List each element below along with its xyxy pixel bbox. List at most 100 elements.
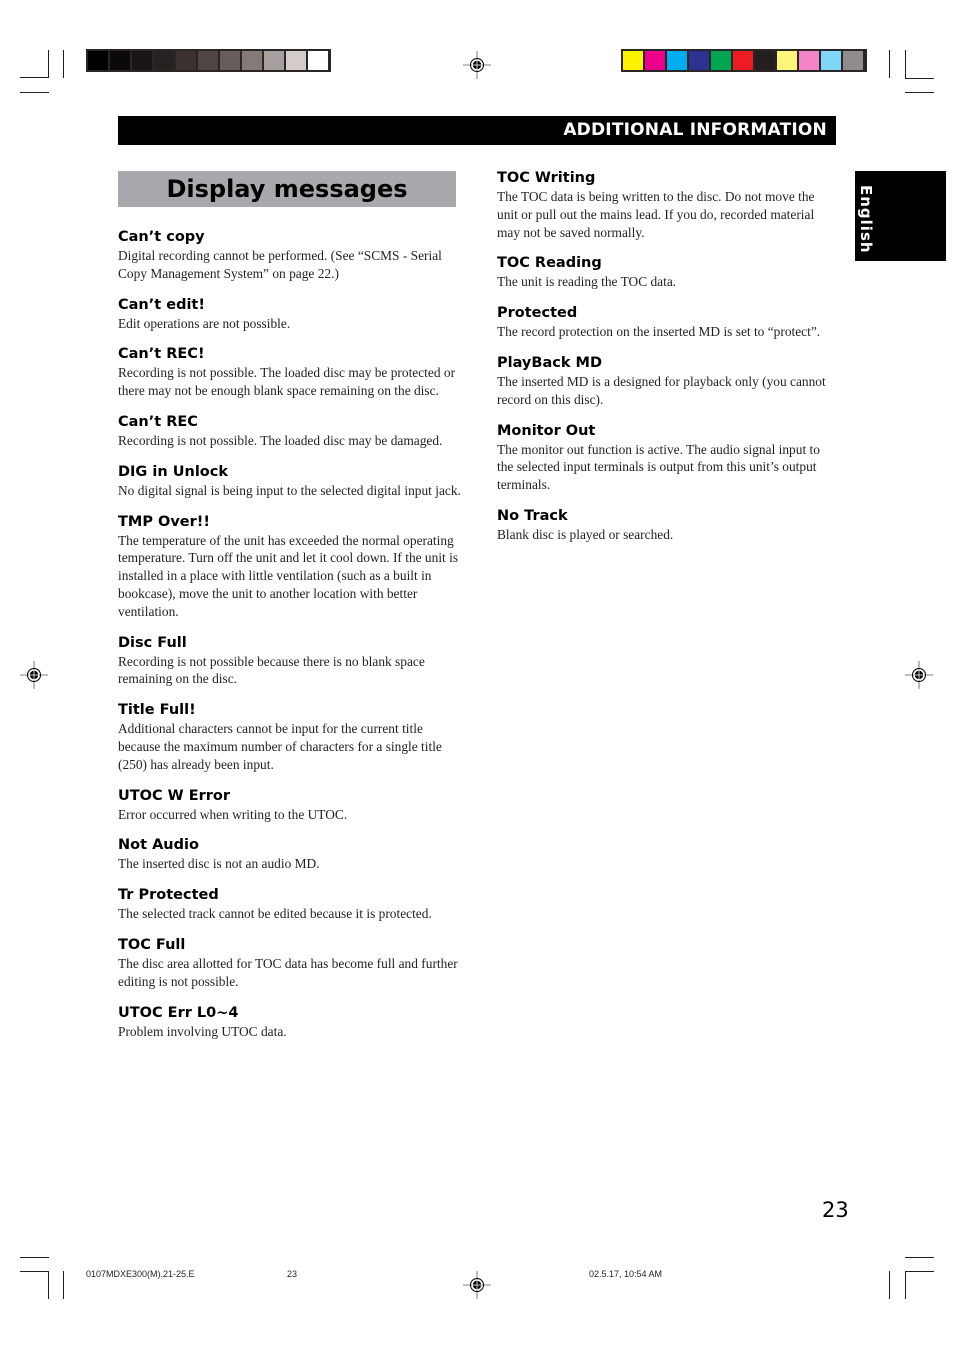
message-title: TOC Writing <box>497 170 596 186</box>
crop-mark <box>905 1257 934 1258</box>
message-title: Can’t REC! <box>118 346 205 363</box>
registration-crosshair-icon <box>905 661 933 689</box>
calibration-swatch <box>821 51 841 70</box>
left-column: Can’t copy Digital recording cannot be pe… <box>118 228 463 1040</box>
grayscale-calibration-bar <box>86 49 331 72</box>
display-message-entry: Protected The record protection on the in… <box>497 304 837 341</box>
message-description: The selected track cannot be edited beca… <box>118 906 432 922</box>
message-description: The TOC data is being written to the dis… <box>497 189 815 240</box>
message-description: The disc area allotted for TOC data has … <box>118 955 458 989</box>
crop-mark <box>20 1257 49 1258</box>
message-title: TOC Reading <box>497 255 602 272</box>
crop-mark <box>905 78 934 79</box>
crop-mark <box>905 50 906 78</box>
calibration-swatch <box>110 51 130 70</box>
section-header-bar: ADDITIONAL INFORMATION <box>118 116 836 145</box>
message-description: Recording is not possible. The loaded di… <box>118 365 456 399</box>
page-number: 23 <box>822 1198 849 1222</box>
display-message-entry: DIG in Unlock No digital signal is being … <box>118 463 463 500</box>
calibration-swatch <box>176 51 196 70</box>
calibration-swatch <box>843 51 863 70</box>
message-description: The temperature of the unit has exceeded… <box>118 532 459 619</box>
crop-mark <box>889 50 890 78</box>
registration-crosshair-icon <box>463 1271 491 1299</box>
calibration-swatch <box>220 51 240 70</box>
display-message-entry: TOC Full The disc area allotted for TOC d… <box>118 936 463 991</box>
message-title: Title Full! <box>118 702 196 719</box>
message-description: The monitor out function is active. The … <box>497 441 820 493</box>
crop-mark <box>905 1271 934 1272</box>
language-tab: English <box>855 171 946 261</box>
calibration-swatch <box>264 51 284 70</box>
crop-mark <box>905 92 934 93</box>
crop-mark <box>20 1271 49 1272</box>
calibration-swatch <box>777 51 797 70</box>
display-message-entry: UTOC W Error Error occurred when writing … <box>118 787 463 824</box>
page-title-box: Display messages <box>118 171 456 207</box>
message-title: Monitor Out <box>497 422 596 439</box>
crop-mark <box>48 50 49 78</box>
calibration-swatch <box>623 51 643 70</box>
display-message-entry: Can’t edit! Edit operations are not possi… <box>118 296 463 333</box>
message-description: Edit operations are not possible. <box>118 315 291 331</box>
message-description: Problem involving UTOC data. <box>118 1023 287 1039</box>
calibration-swatch <box>308 51 328 70</box>
calibration-swatch <box>198 51 218 70</box>
calibration-swatch <box>132 51 152 70</box>
calibration-swatch <box>689 51 709 70</box>
calibration-swatch <box>242 51 262 70</box>
language-tab-label: English <box>857 185 875 254</box>
display-message-entry: Monitor Out The monitor out function is a… <box>497 422 837 494</box>
display-message-entry: UTOC Err L0~4 Problem involving UTOC data… <box>118 1004 463 1041</box>
footer-file-page: 23 <box>287 1269 298 1279</box>
message-title: UTOC W Error <box>118 787 231 804</box>
display-message-entry: Tr Protected The selected track cannot be… <box>118 886 463 923</box>
message-title: Not Audio <box>118 837 199 854</box>
display-message-entry: Can’t copy Digital recording cannot be pe… <box>118 228 463 283</box>
display-message-entry: Not Audio The inserted disc is not an aud… <box>118 836 463 873</box>
message-description: The unit is reading the TOC data. <box>497 274 677 290</box>
message-title: No Track <box>497 507 568 524</box>
message-title: Protected <box>497 305 578 322</box>
section-title: ADDITIONAL INFORMATION <box>563 120 827 140</box>
calibration-swatch <box>88 51 108 70</box>
message-description: The record protection on the inserted MD… <box>497 324 821 340</box>
display-message-entry: No Track Blank disc is played or searched… <box>497 507 837 544</box>
message-title: PlayBack MD <box>497 354 602 371</box>
display-message-entry: Can’t REC Recording is not possible. The … <box>118 413 463 450</box>
display-message-entry: Can’t REC! Recording is not possible. The… <box>118 345 463 400</box>
calibration-swatch <box>755 51 775 70</box>
message-description: Recording is not possible. The loaded di… <box>118 432 443 448</box>
message-description: The inserted disc is not an audio MD. <box>118 856 320 872</box>
crop-mark <box>63 1271 64 1299</box>
message-title: Can’t edit! <box>118 296 205 313</box>
crop-mark <box>20 77 49 78</box>
message-title: TOC Full <box>118 936 186 953</box>
registration-crosshair-icon <box>20 661 48 689</box>
display-message-entry: TOC Writing The TOC data is being written… <box>497 169 837 241</box>
display-message-entry: Disc Full Recording is not possible becau… <box>118 634 463 689</box>
display-message-entry: PlayBack MD The inserted MD is a designed… <box>497 354 837 409</box>
message-description: Digital recording cannot be performed. (… <box>118 248 442 281</box>
message-title: Can’t copy <box>118 229 205 245</box>
crop-mark <box>48 1271 49 1299</box>
message-title: UTOC Err L0~4 <box>118 1004 239 1021</box>
display-message-entry: Title Full! Additional characters cannot … <box>118 701 463 773</box>
color-calibration-bar <box>621 49 867 72</box>
message-description: No digital signal is being input to the … <box>118 482 461 498</box>
calibration-swatch <box>711 51 731 70</box>
display-message-entry: TOC Reading The unit is reading the TOC d… <box>497 254 837 291</box>
footer-file-name: 0107MDXE300(M).21-25.E <box>86 1269 195 1279</box>
message-title: Can’t REC <box>118 413 198 430</box>
crop-mark <box>20 92 49 93</box>
message-description: Recording is not possible because there … <box>118 653 425 687</box>
calibration-swatch <box>154 51 174 70</box>
calibration-swatch <box>645 51 665 70</box>
message-title: Tr Protected <box>118 887 219 904</box>
crop-mark <box>889 1271 890 1299</box>
crop-mark <box>905 1271 906 1299</box>
page-title: Display messages <box>166 175 408 203</box>
message-title: Disc Full <box>118 634 187 651</box>
calibration-swatch <box>799 51 819 70</box>
calibration-swatch <box>667 51 687 70</box>
